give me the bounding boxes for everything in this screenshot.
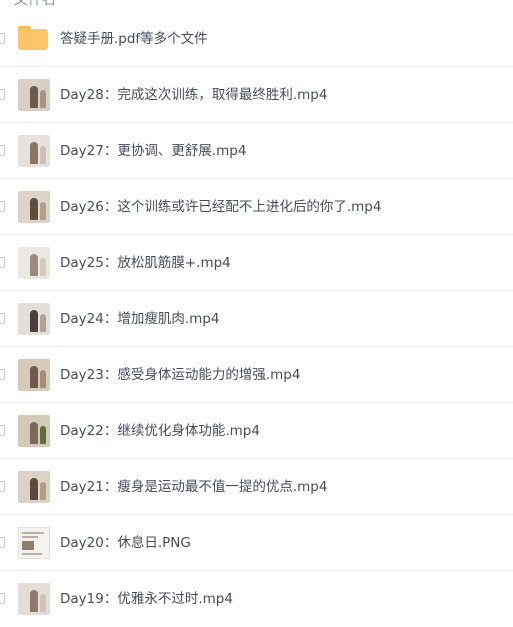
row-checkbox[interactable]	[0, 313, 5, 324]
row-checkbox[interactable]	[0, 33, 5, 44]
video-thumbnail-icon	[18, 135, 50, 167]
file-name[interactable]: Day28：完成这次训练，取得最终胜利.mp4	[60, 67, 327, 123]
file-row[interactable]: Day24：增加瘦肌肉.mp4	[0, 291, 513, 347]
file-name[interactable]: Day25：放松肌筋膜+.mp4	[60, 235, 231, 291]
row-checkbox[interactable]	[0, 537, 5, 548]
file-name[interactable]: Day21：瘦身是运动最不值一提的优点.mp4	[60, 459, 327, 515]
video-thumbnail-icon	[18, 191, 50, 223]
file-name[interactable]: Day23：感受身体运动能力的增强.mp4	[60, 347, 300, 403]
row-checkbox[interactable]	[0, 257, 5, 268]
video-thumbnail-icon	[18, 303, 50, 335]
row-checkbox[interactable]	[0, 593, 5, 604]
file-name[interactable]: Day20：休息日.PNG	[60, 515, 191, 571]
file-name[interactable]: Day27：更协调、更舒展.mp4	[60, 123, 246, 179]
file-row[interactable]: Day22：继续优化身体功能.mp4	[0, 403, 513, 459]
file-row[interactable]: Day19：优雅永不过时.mp4	[0, 571, 513, 627]
video-thumbnail-icon	[18, 247, 50, 279]
image-thumbnail-icon	[18, 527, 50, 559]
file-name[interactable]: Day24：增加瘦肌肉.mp4	[60, 291, 219, 347]
file-row[interactable]: Day25：放松肌筋膜+.mp4	[0, 235, 513, 291]
row-checkbox[interactable]	[0, 481, 5, 492]
file-row[interactable]: Day21：瘦身是运动最不值一提的优点.mp4	[0, 459, 513, 515]
row-checkbox[interactable]	[0, 145, 5, 156]
file-row[interactable]: Day23：感受身体运动能力的增强.mp4	[0, 347, 513, 403]
video-thumbnail-icon	[18, 471, 50, 503]
file-row[interactable]: 答疑手册.pdf等多个文件	[0, 11, 513, 67]
file-row[interactable]: Day27：更协调、更舒展.mp4	[0, 123, 513, 179]
file-list: 答疑手册.pdf等多个文件 Day28：完成这次训练，取得最终胜利.mp4 Day2…	[0, 11, 513, 627]
file-name[interactable]: Day22：继续优化身体功能.mp4	[60, 403, 260, 459]
header-strip: 文件名	[0, 0, 513, 11]
row-checkbox[interactable]	[0, 425, 5, 436]
video-thumbnail-icon	[18, 359, 50, 391]
row-checkbox[interactable]	[0, 201, 5, 212]
column-header-name: 文件名	[14, 0, 56, 8]
file-row[interactable]: Day26：这个训练或许已经配不上进化后的你了.mp4	[0, 179, 513, 235]
video-thumbnail-icon	[18, 583, 50, 615]
video-thumbnail-icon	[18, 79, 50, 111]
row-checkbox[interactable]	[0, 89, 5, 100]
file-row[interactable]: Day20：休息日.PNG	[0, 515, 513, 571]
file-name[interactable]: Day26：这个训练或许已经配不上进化后的你了.mp4	[60, 179, 381, 235]
file-name[interactable]: 答疑手册.pdf等多个文件	[60, 11, 208, 67]
file-name[interactable]: Day19：优雅永不过时.mp4	[60, 571, 233, 627]
video-thumbnail-icon	[18, 415, 50, 447]
file-row[interactable]: Day28：完成这次训练，取得最终胜利.mp4	[0, 67, 513, 123]
folder-icon	[18, 26, 48, 50]
row-checkbox[interactable]	[0, 369, 5, 380]
